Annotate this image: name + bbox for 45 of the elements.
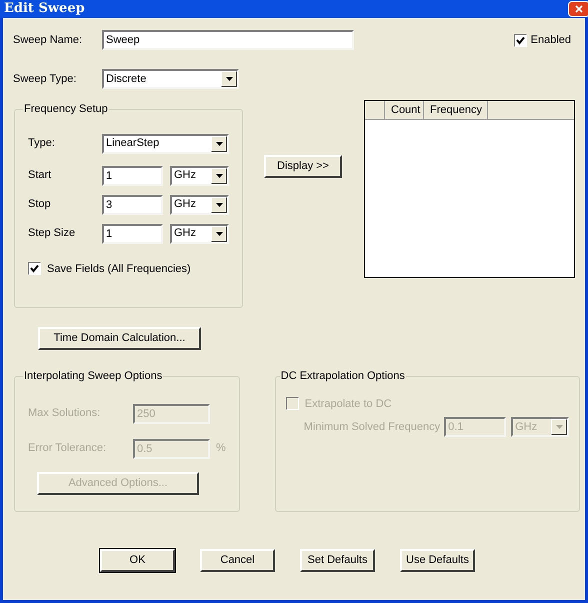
field-label: Sweep Type: bbox=[13, 72, 78, 87]
close-button[interactable] bbox=[568, 1, 588, 17]
field-label: Error Tolerance: bbox=[28, 441, 108, 456]
button[interactable]: OK bbox=[100, 549, 175, 572]
table-header bbox=[365, 101, 385, 120]
field-label: Type: bbox=[28, 136, 56, 152]
button[interactable]: Cancel bbox=[200, 549, 275, 572]
field-label: Extrapolate to DC bbox=[304, 396, 392, 412]
dropdown-arrow-icon bbox=[216, 174, 222, 178]
dropdown[interactable]: Discrete bbox=[102, 69, 239, 89]
unit-label: % bbox=[216, 441, 226, 456]
field-label: Start bbox=[28, 168, 52, 184]
dropdown-arrow-icon bbox=[226, 77, 232, 81]
input-field[interactable]: 3 bbox=[102, 194, 163, 214]
dropdown-arrow-icon bbox=[216, 202, 222, 206]
button[interactable]: Display >> bbox=[264, 155, 342, 178]
button[interactable]: Set Defaults bbox=[300, 549, 375, 572]
button[interactable]: Use Defaults bbox=[400, 549, 475, 572]
field-label: Minimum Solved Frequency bbox=[304, 420, 440, 435]
window-title: Edit Sweep bbox=[3, 1, 85, 17]
column-header[interactable]: Count bbox=[385, 101, 424, 120]
field-label: Sweep Name: bbox=[13, 32, 84, 48]
dropdown[interactable]: GHz bbox=[170, 166, 229, 186]
checkbox[interactable] bbox=[28, 262, 41, 276]
button[interactable]: Time Domain Calculation... bbox=[38, 327, 201, 350]
dropdown[interactable]: GHz bbox=[170, 194, 229, 214]
column-header[interactable]: Frequency bbox=[424, 101, 488, 120]
input-field[interactable]: 1 bbox=[102, 166, 163, 186]
dropdown[interactable]: LinearStep bbox=[102, 134, 229, 154]
close-icon bbox=[575, 5, 583, 13]
field-label: Enabled bbox=[530, 32, 571, 48]
dropdown-arrow-icon bbox=[216, 232, 222, 236]
dropdown-arrow-icon bbox=[216, 142, 222, 146]
input-field[interactable]: 1 bbox=[102, 224, 163, 244]
field-label: Step Size bbox=[28, 226, 76, 242]
field-label: Save Fields (All Frequencies) bbox=[47, 262, 191, 276]
checkbox[interactable] bbox=[514, 34, 527, 46]
group-title: DC Extrapolation Options bbox=[280, 369, 406, 384]
field-label: Max Solutions: bbox=[28, 406, 102, 422]
group-title: Interpolating Sweep Options bbox=[23, 369, 164, 384]
field-label: Stop bbox=[28, 197, 52, 212]
sweep-name-field[interactable]: Sweep bbox=[102, 30, 354, 50]
dropdown-arrow-icon bbox=[556, 425, 563, 429]
group-title: Frequency Setup bbox=[23, 102, 109, 117]
dropdown[interactable]: GHz bbox=[170, 224, 229, 244]
